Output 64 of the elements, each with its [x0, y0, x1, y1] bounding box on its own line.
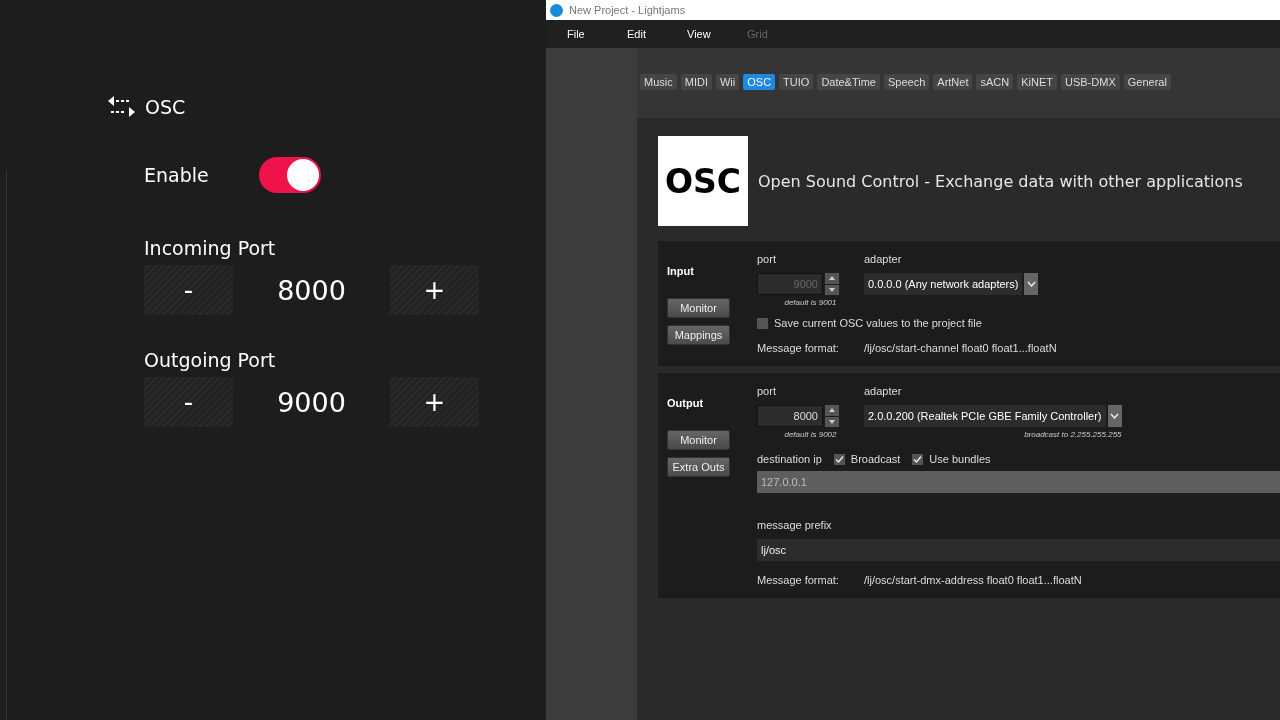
section-button[interactable]: Monitor	[667, 298, 730, 318]
prefix-field[interactable]: lj/osc	[757, 539, 1280, 561]
setting-label: Incoming Port	[144, 237, 277, 259]
tab[interactable]: Speech	[884, 74, 930, 90]
app-icon	[550, 3, 563, 17]
tab[interactable]: TUIO	[779, 74, 814, 90]
checkbox[interactable]	[833, 453, 845, 465]
tab[interactable]: KiNET	[1017, 74, 1057, 90]
port-value: 8000	[276, 274, 347, 306]
decrement-button[interactable]: -	[144, 377, 233, 427]
port-hint: default is 9002	[784, 430, 837, 439]
tab[interactable]: Date&Time	[817, 74, 880, 90]
field-label: adapter	[864, 385, 902, 397]
osc-logo: OSC	[658, 136, 748, 226]
chevron-down-icon[interactable]	[1024, 273, 1039, 295]
checkbox-label: Use bundles	[929, 453, 991, 465]
tab[interactable]: USB-DMX	[1061, 74, 1120, 90]
port-value: 9000	[276, 386, 347, 418]
setting-label: Outgoing Port	[144, 349, 277, 371]
plugin-description: Open Sound Control - Exchange data with other applications	[758, 171, 1243, 191]
setting-label: Enable	[144, 164, 210, 186]
field-label: adapter	[864, 253, 902, 265]
format-value: /lj/osc/start-channel float0 float1...floatN	[864, 342, 1057, 354]
port-hint: default is 9001	[784, 298, 837, 307]
section-button[interactable]: Monitor	[667, 430, 730, 450]
port-field[interactable]: 8000	[757, 405, 823, 427]
format-label: Message format:	[757, 574, 840, 586]
adapter-dropdown[interactable]: 0.0.0.0 (Any network adapters)	[864, 273, 1023, 295]
format-value: /lj/osc/start-dmx-address float0 float1...floatN	[864, 574, 1082, 586]
tab[interactable]: sACN	[976, 74, 1014, 90]
menu-item[interactable]: Edit	[627, 28, 687, 40]
adapter-hint: broadcast to 2.255.255.255	[1024, 430, 1122, 439]
tab[interactable]: MIDI	[680, 74, 712, 90]
spin-buttons[interactable]	[825, 273, 839, 295]
increment-button[interactable]: +	[390, 265, 479, 315]
transfer-arrows-icon	[108, 95, 135, 119]
tab[interactable]: Wii	[715, 74, 740, 90]
tab[interactable]: General	[1123, 74, 1171, 90]
toggle-switch[interactable]	[259, 157, 321, 193]
section-button[interactable]: Extra Outs	[667, 457, 730, 477]
tab[interactable]: ArtNet	[933, 74, 973, 90]
field-label: destination ip	[757, 453, 822, 465]
checkbox-label: Broadcast	[850, 453, 901, 465]
decrement-button[interactable]: -	[144, 265, 233, 315]
section-button[interactable]: Mappings	[667, 325, 730, 345]
increment-button[interactable]: +	[390, 377, 479, 427]
format-label: Message format:	[757, 342, 840, 354]
menu-item[interactable]: View	[687, 28, 747, 40]
field-label: port	[757, 253, 777, 265]
checkbox[interactable]	[757, 317, 768, 329]
menu-item[interactable]: File	[567, 28, 627, 40]
tab[interactable]: Music	[640, 74, 677, 90]
spin-buttons[interactable]	[825, 405, 839, 427]
adapter-dropdown[interactable]: 2.0.0.200 (Realtek PCIe GBE Family Controller)	[864, 405, 1106, 427]
panel-title: OSC	[145, 96, 186, 118]
window-title: New Project - Lightjams	[569, 4, 686, 16]
checkbox[interactable]	[912, 453, 924, 465]
section-heading: Input	[667, 265, 695, 277]
field-label: message prefix	[757, 519, 833, 531]
checkbox-label: Save current OSC values to the project file	[774, 317, 982, 329]
section-heading: Output	[667, 397, 705, 409]
field-label: port	[757, 385, 777, 397]
tab[interactable]: OSC	[743, 74, 776, 90]
chevron-down-icon[interactable]	[1107, 405, 1122, 427]
